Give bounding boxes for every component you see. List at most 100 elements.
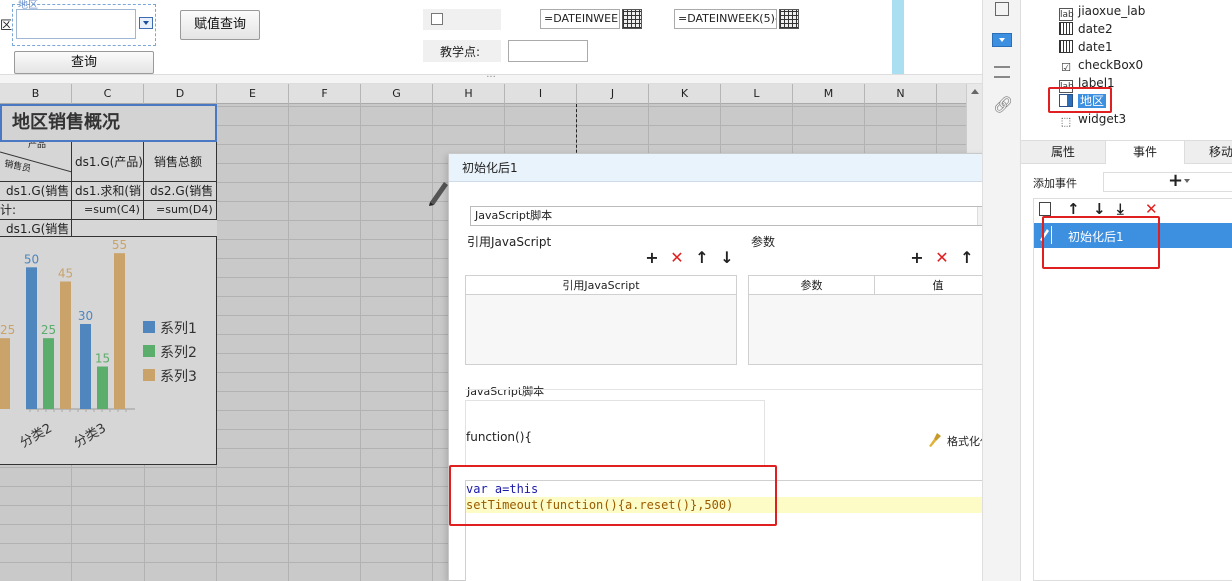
category-label-分类2: 分类2 — [18, 421, 55, 451]
column-header-d[interactable]: D — [144, 84, 217, 104]
broom-icon[interactable] — [927, 432, 943, 448]
region-item-highlight-box — [1048, 87, 1112, 113]
tree-item-checkbox0[interactable]: ☑ checkBox0 — [1059, 56, 1143, 74]
checkbox[interactable] — [431, 13, 443, 25]
column-header-h[interactable]: H — [433, 84, 505, 104]
column-header-l[interactable]: L — [721, 84, 793, 104]
param-delete-icon[interactable]: ✕ — [934, 250, 950, 266]
new-event-icon[interactable] — [1039, 202, 1051, 216]
tree-item-label: date1 — [1078, 40, 1113, 54]
tab-move[interactable]: 移动 — [1191, 141, 1232, 164]
column-header-n[interactable]: N — [865, 84, 937, 104]
form-sheet-splitter[interactable]: ··· — [0, 73, 982, 84]
event-editor-dialog: 初始化后1 JavaScript脚本 引用JavaScript 参数 + ✕ ↑… — [448, 153, 1018, 581]
params-table[interactable]: 参数 值 — [748, 275, 1002, 365]
function-header-text: function(){ — [466, 430, 533, 444]
param-add-icon[interactable]: + — [909, 250, 925, 266]
widget-icon: ⬚ — [1060, 115, 1072, 128]
bar-label-系列2-分类3: 15 — [95, 352, 110, 366]
column-header-k[interactable]: K — [649, 84, 721, 104]
bar-系列3-分类3 — [114, 253, 125, 409]
header-product-text: 产品 — [28, 142, 47, 150]
bar-label-系列1-分类3: 30 — [78, 309, 93, 323]
cell-c-product-header[interactable]: ds1.G(产品) — [72, 142, 144, 182]
form-edge-bar — [892, 0, 904, 74]
date-start-input[interactable]: =DATEINWEEK — [540, 9, 620, 29]
bar-系列1-分类3 — [80, 324, 91, 409]
cell-c-sum-formula[interactable]: =sum(C4) — [72, 201, 144, 220]
column-header-g[interactable]: G — [361, 84, 433, 104]
region-dropdown-icon[interactable] — [139, 17, 153, 29]
bar-chart[interactable]: 25 50 25 45 分类2 30 15 55 分类3 系列1 系列2 系列3 — [0, 236, 217, 465]
column-header-c[interactable]: C — [72, 84, 144, 104]
column-header-row: B C D E F G H I J K L M N — [0, 84, 982, 104]
date-end-input[interactable]: =DATEINWEEK(5)- — [674, 9, 777, 29]
script-type-select[interactable]: JavaScript脚本 — [470, 206, 998, 226]
column-header-i[interactable]: I — [505, 84, 577, 104]
param-move-up-icon[interactable]: ↑ — [959, 250, 975, 266]
link-icon[interactable]: 🔗︎ — [993, 95, 1013, 114]
calendar-icon — [1059, 22, 1073, 35]
scroll-up-icon[interactable] — [969, 86, 981, 98]
combo-tool-icon[interactable] — [992, 33, 1012, 47]
frame-tool-icon[interactable] — [995, 2, 1009, 16]
bar-label-系列1-分类2: 50 — [24, 252, 39, 266]
legend-label-系列2: 系列2 — [160, 345, 197, 361]
add-event-label: 添加事件 — [1033, 177, 1077, 190]
dialog-title: 初始化后1 — [449, 154, 1017, 182]
tab-events[interactable]: 事件 — [1105, 141, 1185, 164]
ref-move-up-icon[interactable]: ↑ — [694, 250, 710, 266]
category-label-分类3: 分类3 — [72, 421, 109, 451]
ref-delete-icon[interactable]: ✕ — [669, 250, 685, 266]
cell-c-sum[interactable]: ds1.求和(销 — [72, 182, 144, 201]
legend-swatch-系列2 — [143, 345, 155, 357]
right-side-panel: lab jiaoxue_lab date2 date1 ☑ checkBox0 la… — [1020, 0, 1232, 581]
tree-item-label: jiaoxue_lab — [1078, 4, 1146, 18]
cell-d-sales-total-header[interactable]: 销售总额 — [144, 142, 217, 182]
cell-b-salesman[interactable]: ds1.G(销售 — [0, 182, 72, 201]
legend-swatch-系列1 — [143, 321, 155, 333]
param-column-header[interactable]: 参数 — [749, 276, 875, 295]
report-title-cell[interactable]: 地区销售概况 — [0, 104, 217, 142]
add-event-plus-icon[interactable]: + — [1168, 170, 1183, 191]
region-combobox[interactable] — [16, 9, 136, 39]
js-script-section-label: JavaScript脚本 — [467, 385, 545, 398]
diagonal-header-cell[interactable]: 产品 销售员 — [0, 142, 72, 182]
ref-move-down-icon[interactable]: ↓ — [719, 250, 735, 266]
column-header-b[interactable]: B — [0, 84, 72, 104]
layers-tool-icon[interactable] — [994, 66, 1010, 78]
tree-item-date1[interactable]: date1 — [1059, 38, 1113, 56]
ref-add-icon[interactable]: + — [644, 250, 660, 266]
query-button[interactable]: 查询 — [14, 51, 154, 74]
column-header-m[interactable]: M — [793, 84, 865, 104]
legend-label-系列3: 系列3 — [160, 369, 197, 385]
bar-系列2-分类2 — [43, 338, 54, 409]
date-start-calendar-icon[interactable] — [622, 9, 642, 29]
date-end-calendar-icon[interactable] — [779, 9, 799, 29]
column-header-j[interactable]: J — [577, 84, 649, 104]
ref-js-column-header[interactable]: 引用JavaScript — [466, 276, 736, 295]
parameter-form-area: 地区 区 查询 赋值查询 =DATEINWEEK =DATEINWEEK(5)-… — [0, 0, 982, 74]
legend-label-系列1: 系列1 — [160, 321, 197, 337]
chevron-down-icon[interactable] — [1184, 179, 1190, 183]
assign-query-button[interactable]: 赋值查询 — [180, 10, 260, 40]
cell-b-salesman-text: ds1.G(销售 — [6, 184, 70, 198]
tab-properties[interactable]: 属性 — [1021, 141, 1105, 164]
tree-item-jiaoxue-lab[interactable]: lab jiaoxue_lab — [1059, 2, 1146, 21]
cell-d-sum-formula[interactable]: =sum(D4) — [144, 201, 217, 220]
cell-d-sales[interactable]: ds2.G(销售 — [144, 182, 217, 201]
bar-label-系列3-分类2: 45 — [58, 267, 73, 281]
widget-tool-strip: 🔗︎ — [982, 0, 1020, 581]
checkbox-icon: ☑ — [1061, 61, 1071, 74]
column-header-e[interactable]: E — [217, 84, 289, 104]
add-event-select[interactable]: + — [1103, 170, 1232, 192]
teaching-point-input[interactable] — [508, 40, 588, 62]
event-item-highlight-box — [1042, 216, 1160, 269]
cell-b-total-label[interactable]: 计: — [0, 201, 72, 220]
ref-js-table[interactable]: 引用JavaScript — [465, 275, 737, 365]
column-header-f[interactable]: F — [289, 84, 361, 104]
ref-js-section-label: 引用JavaScript — [467, 235, 552, 249]
tree-item-date2[interactable]: date2 — [1059, 20, 1113, 38]
tree-item-label: widget3 — [1078, 112, 1127, 126]
bar-label-系列3-分类3: 55 — [112, 238, 127, 252]
